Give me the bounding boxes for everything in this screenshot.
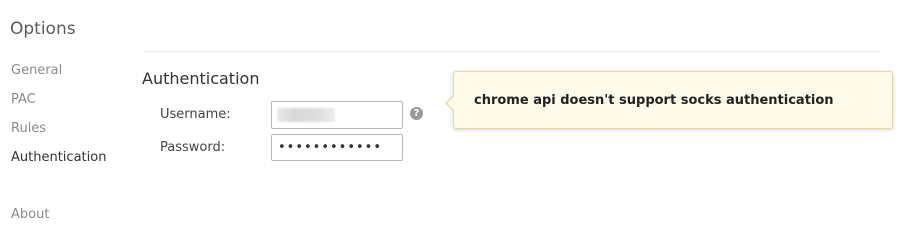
password-label: Password: [160,140,226,155]
app-title: Options [10,19,76,39]
username-label: Username: [160,107,231,122]
sidebar-item-about[interactable]: About [11,206,49,224]
sidebar-item-rules[interactable]: Rules [11,120,131,149]
tooltip-text: chrome api doesn't support socks authent… [474,93,834,108]
username-redacted-value [277,108,335,122]
tooltip-arrow-inner [447,95,455,111]
sidebar-item-authentication[interactable]: Authentication [11,149,131,178]
question-circle-icon[interactable]: ? [410,107,423,120]
sidebar-item-general[interactable]: General [11,62,131,91]
help-tooltip: chrome api doesn't support socks authent… [445,71,893,129]
section-title: Authentication [142,69,260,88]
password-input[interactable] [271,134,403,161]
sidebar-item-pac[interactable]: PAC [11,91,131,120]
header-divider [143,51,880,52]
sidebar-nav: General PAC Rules Authentication [11,62,131,178]
